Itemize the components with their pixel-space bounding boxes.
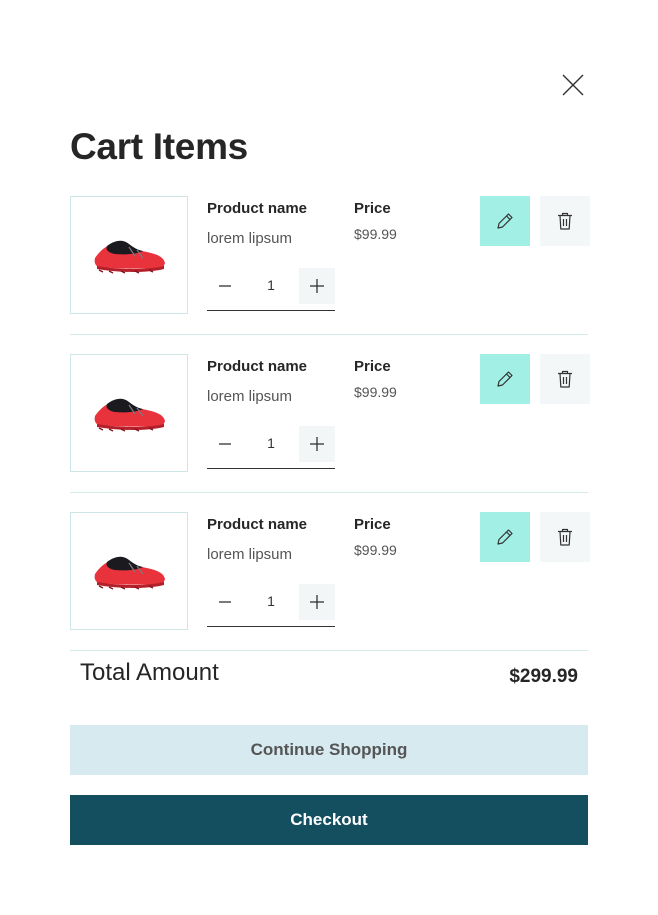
pencil-icon xyxy=(497,529,513,545)
quantity-stepper: 1 xyxy=(207,268,335,311)
trash-icon xyxy=(558,212,572,230)
page-title: Cart Items xyxy=(70,126,248,167)
increment-button[interactable] xyxy=(299,426,335,462)
close-button[interactable] xyxy=(560,72,586,98)
plus-icon xyxy=(310,437,324,451)
plus-icon xyxy=(310,595,324,609)
product-description: lorem lipsum xyxy=(207,388,293,405)
continue-shopping-button[interactable]: Continue Shopping xyxy=(70,725,588,775)
price-label: Price xyxy=(354,516,391,533)
price-value: $99.99 xyxy=(354,226,397,242)
increment-button[interactable] xyxy=(299,584,335,620)
product-image xyxy=(70,512,188,630)
quantity-value[interactable]: 1 xyxy=(253,277,289,293)
quantity-stepper: 1 xyxy=(207,426,335,469)
close-icon xyxy=(562,74,584,96)
product-name: Product name xyxy=(207,358,308,375)
product-description: lorem lipsum xyxy=(207,546,293,563)
minus-icon xyxy=(219,285,231,287)
edit-button[interactable] xyxy=(480,196,530,246)
product-name: Product name xyxy=(207,200,308,217)
decrement-button[interactable] xyxy=(207,268,243,304)
minus-icon xyxy=(219,601,231,603)
shoe-image-icon xyxy=(94,240,165,274)
delete-button[interactable] xyxy=(540,196,590,246)
pencil-icon xyxy=(497,213,513,229)
minus-icon xyxy=(219,443,231,445)
quantity-value[interactable]: 1 xyxy=(253,435,289,451)
cart-item: Product name lorem lipsum 1 Price $99.99 xyxy=(70,196,590,335)
checkout-button[interactable]: Checkout xyxy=(70,795,588,845)
quantity-value[interactable]: 1 xyxy=(253,593,289,609)
product-description: lorem lipsum xyxy=(207,230,293,247)
product-image xyxy=(70,354,188,472)
plus-icon xyxy=(310,279,324,293)
total-amount-label: Total Amount xyxy=(80,659,219,686)
product-image xyxy=(70,196,188,314)
price-value: $99.99 xyxy=(354,542,397,558)
trash-icon xyxy=(558,528,572,546)
shoe-image-icon xyxy=(94,398,165,432)
delete-button[interactable] xyxy=(540,512,590,562)
total-amount-value: $299.99 xyxy=(509,666,578,687)
trash-icon xyxy=(558,370,572,388)
price-label: Price xyxy=(354,358,391,375)
delete-button[interactable] xyxy=(540,354,590,404)
decrement-button[interactable] xyxy=(207,584,243,620)
cart-item: Product name lorem lipsum 1 Price $99.99 xyxy=(70,354,590,493)
decrement-button[interactable] xyxy=(207,426,243,462)
pencil-icon xyxy=(497,371,513,387)
product-name: Product name xyxy=(207,516,308,533)
edit-button[interactable] xyxy=(480,354,530,404)
quantity-stepper: 1 xyxy=(207,584,335,627)
price-label: Price xyxy=(354,200,391,217)
price-value: $99.99 xyxy=(354,384,397,400)
cart-item: Product name lorem lipsum 1 Price $99.99 xyxy=(70,512,590,651)
shoe-image-icon xyxy=(94,556,165,590)
increment-button[interactable] xyxy=(299,268,335,304)
edit-button[interactable] xyxy=(480,512,530,562)
